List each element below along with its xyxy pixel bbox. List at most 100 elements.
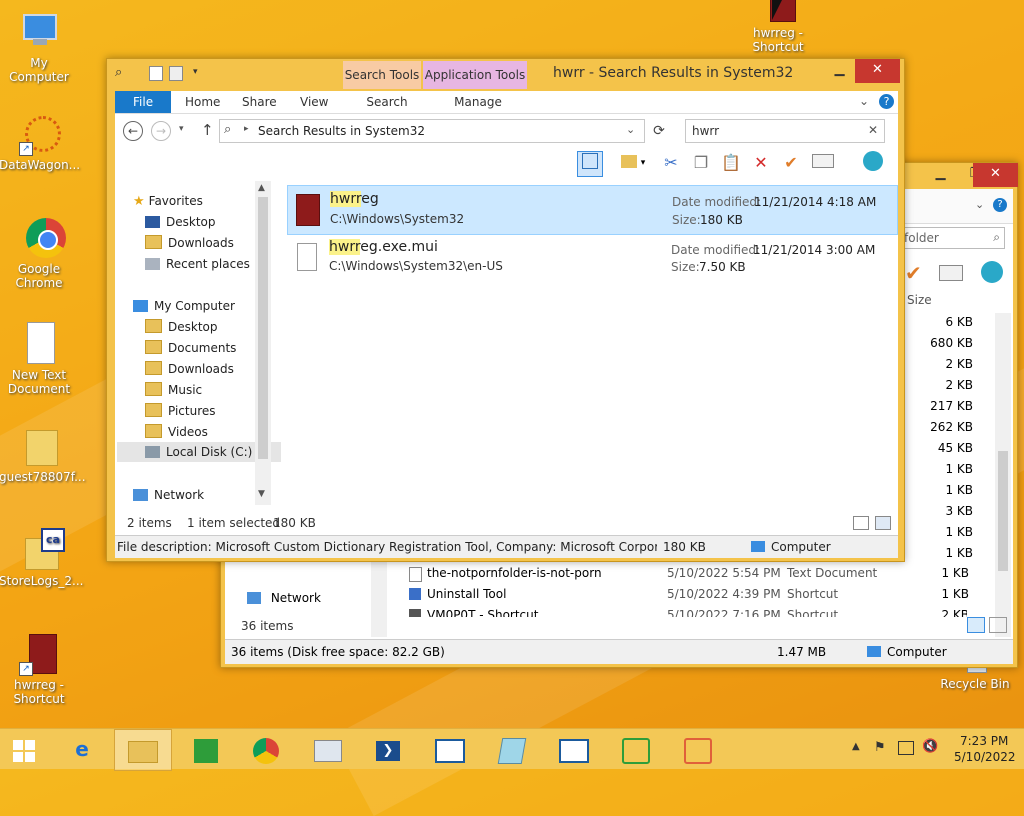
flag-icon[interactable]: ⚑	[874, 740, 886, 755]
nav-pc-videos[interactable]: Videos	[145, 422, 208, 442]
desktop-icon-hwrreg-shortcut[interactable]: ↗ hwrreg - Shortcut	[0, 632, 79, 706]
copy-icon[interactable]: ❐	[689, 151, 713, 175]
tiles-view-button[interactable]	[989, 617, 1007, 633]
back-nav-button[interactable]: ←	[123, 121, 143, 141]
address-dropdown-icon[interactable]: ⌄	[626, 123, 635, 136]
green-app-icon	[622, 737, 650, 764]
volume-muted-icon[interactable]: 🔇	[922, 739, 938, 754]
nav-scrollbar-thumb[interactable]	[258, 197, 268, 459]
new-folder-qat-icon[interactable]	[169, 66, 183, 81]
refresh-button[interactable]: ⟳	[649, 121, 669, 141]
properties-qat-icon[interactable]	[149, 66, 163, 81]
desktop-icon-new-text-document[interactable]: New Text Document	[0, 322, 79, 396]
back-vertical-scrollbar[interactable]	[995, 313, 1011, 637]
clear-search-icon[interactable]: ✕	[868, 123, 878, 137]
dropdown-arrow-icon[interactable]: ▾	[637, 151, 649, 175]
table-row[interactable]: Uninstall Tool 5/10/2022 4:39 PM Shortcu…	[407, 586, 969, 604]
desktop-icon-datawagon[interactable]: ↗ DataWagon...	[0, 112, 80, 172]
taskbar-app-1[interactable]	[420, 729, 480, 769]
back-close-button[interactable]: ✕	[973, 163, 1018, 187]
qat-dropdown-icon[interactable]: ▾	[193, 67, 198, 77]
address-bar[interactable]: ⌕ ▸ Search Results in System32 ⌄	[219, 119, 645, 143]
magnifier-icon[interactable]: ⌕	[115, 65, 122, 80]
nav-favorites[interactable]: ★ Favorites	[133, 191, 203, 211]
taskbar-file-explorer[interactable]	[114, 729, 172, 771]
nav-pc-music[interactable]: Music	[145, 380, 202, 400]
desktop-icon-guest-folder[interactable]: guest78807f...	[0, 424, 86, 484]
help-icon[interactable]: ?	[879, 94, 894, 109]
navigation-pane: ★ Favorites Desktop Downloads Recent plac…	[115, 181, 281, 502]
command-toolbar: ▾ ✂ ❐ 📋 ✕ ✔	[575, 147, 898, 181]
taskbar-internet-explorer[interactable]: e	[52, 729, 112, 769]
forward-nav-button[interactable]: →	[151, 121, 171, 141]
details-view-button[interactable]	[967, 617, 985, 633]
rename-icon[interactable]	[811, 151, 835, 175]
properties-icon[interactable]	[981, 261, 1003, 283]
properties-icon[interactable]	[861, 151, 885, 175]
back-nav-scrollbar[interactable]	[371, 561, 387, 637]
desktop-icon-storelogs[interactable]: ca StoreLogs_2...	[0, 528, 83, 588]
back-scrollbar-thumb[interactable]	[998, 451, 1008, 571]
nav-scrollbar[interactable]: ▲ ▼	[255, 181, 271, 505]
clock-date[interactable]: 5/10/2022	[954, 750, 1016, 764]
datawagon-icon: ↗	[17, 112, 61, 156]
taskbar-powershell[interactable]: ❯	[358, 729, 418, 769]
desktop-icon-my-computer[interactable]: My Computer	[0, 10, 79, 84]
preview-pane-icon[interactable]	[577, 151, 603, 177]
nav-pc-pictures[interactable]: Pictures	[145, 401, 216, 421]
tab-search[interactable]: Search	[349, 91, 425, 113]
cut-icon[interactable]: ✂	[659, 151, 683, 175]
up-button[interactable]: ↑	[201, 121, 214, 139]
show-hidden-icons-icon[interactable]: ▲	[852, 741, 860, 752]
nav-fav-recent-places[interactable]: Recent places	[145, 254, 250, 274]
back-nav-network[interactable]: Network	[247, 591, 321, 605]
table-row[interactable]: the-notpornfolder-is-not-porn 5/10/2022 …	[407, 565, 969, 583]
result-item[interactable]: hwrreg.exe.mui C:\Windows\System32\en-US…	[287, 235, 896, 281]
recent-locations-dropdown[interactable]: ▾	[179, 124, 184, 134]
taskbar-app-3[interactable]	[544, 729, 604, 769]
tab-view[interactable]: View	[286, 91, 342, 113]
tab-share[interactable]: Share	[228, 91, 291, 113]
network-tray-icon[interactable]	[898, 741, 914, 755]
nav-fav-downloads[interactable]: Downloads	[145, 233, 234, 253]
delete-icon[interactable]: ✕	[749, 151, 773, 175]
nav-fav-desktop[interactable]: Desktop	[145, 212, 216, 232]
main-close-button[interactable]: ✕	[855, 59, 900, 83]
window-app-icon	[435, 738, 465, 763]
nav-pc-desktop[interactable]: Desktop	[145, 317, 218, 337]
start-button[interactable]	[0, 729, 48, 769]
ribbon-expand-icon[interactable]: ⌄	[859, 94, 869, 108]
nav-my-computer[interactable]: My Computer	[133, 296, 235, 316]
tab-manage[interactable]: Manage	[427, 91, 529, 113]
checkmark-icon[interactable]: ✔	[779, 151, 803, 175]
taskbar-app-4[interactable]	[606, 729, 666, 769]
column-header-size[interactable]: Size	[907, 293, 932, 307]
main-explorer-window[interactable]: ⌕ ▾ Search Tools Application Tools hwrr …	[106, 58, 905, 562]
large-icons-view-button[interactable]	[875, 516, 891, 530]
taskbar-store[interactable]	[176, 729, 236, 769]
result-item-selected[interactable]: hwrreg C:\Windows\System32 Date modified…	[287, 185, 898, 235]
taskbar-chrome[interactable]	[236, 729, 296, 769]
back-search-input[interactable]: folder ⌕	[897, 227, 1005, 249]
checkmark-icon[interactable]: ✔	[905, 261, 922, 285]
desktop-icon-google-chrome[interactable]: Google Chrome	[0, 216, 79, 290]
nav-pc-documents[interactable]: Documents	[145, 338, 236, 358]
rename-icon[interactable]	[939, 265, 963, 281]
tab-home[interactable]: Home	[171, 91, 234, 113]
nav-pc-downloads[interactable]: Downloads	[145, 359, 234, 379]
table-row[interactable]: VM0P0T - Shortcut 5/10/2022 7:16 PM Shor…	[407, 607, 967, 617]
back-ribbon-expand-icon[interactable]: ⌄	[975, 198, 984, 211]
details-view-button[interactable]	[853, 516, 869, 530]
taskbar-performance-monitor[interactable]	[298, 729, 358, 769]
desktop-folder-icon	[145, 319, 162, 333]
back-help-icon[interactable]: ?	[993, 198, 1007, 212]
clock-time[interactable]: 7:23 PM	[960, 734, 1008, 748]
scroll-up-arrow-icon[interactable]: ▲	[258, 183, 265, 193]
paste-icon[interactable]: 📋	[719, 151, 743, 175]
search-box[interactable]: hwrr ✕	[685, 119, 885, 143]
scroll-down-arrow-icon[interactable]: ▼	[258, 489, 265, 499]
nav-network[interactable]: Network	[133, 485, 204, 505]
tab-file[interactable]: File	[115, 91, 172, 113]
taskbar-app-5[interactable]	[668, 729, 728, 769]
taskbar-app-2[interactable]	[482, 729, 542, 769]
